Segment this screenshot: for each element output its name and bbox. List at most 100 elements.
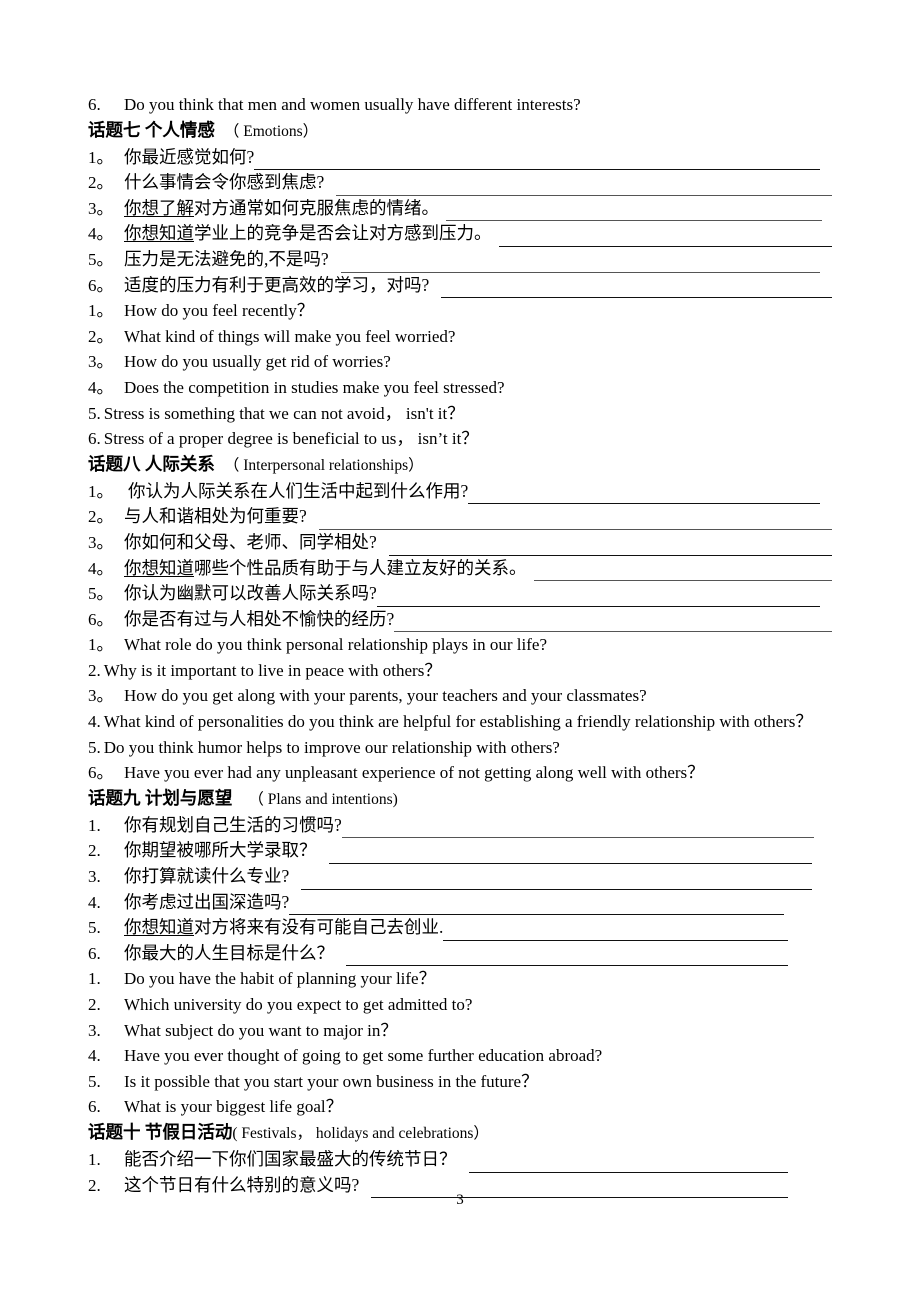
list-item-text: Do you think humor helps to improve our … (103, 737, 560, 757)
list-item-number: 5。 (88, 584, 114, 604)
list-item-text: 适度的压力有利于更高效的学习，对吗? (124, 274, 430, 295)
list-item-number: 4。 (88, 224, 114, 244)
list-item: 1。 What role do you think personal relat… (88, 636, 832, 662)
answer-blank-rule[interactable] (340, 271, 820, 273)
list-item: 2。 What kind of things will make you fee… (88, 328, 832, 354)
answer-blank-rule[interactable] (468, 1171, 788, 1173)
list-item-text: What is your biggest life goal？ (124, 1097, 343, 1117)
list-item-text: What role do you think personal relation… (124, 635, 548, 655)
list-item-text: What kind of personalities do you think … (103, 712, 813, 732)
answer-blank-rule[interactable] (498, 245, 832, 247)
list-item: 6. 你最大的人生目标是什么？ (88, 942, 832, 971)
answer-blank-rule[interactable] (441, 297, 832, 299)
list-item-number: 3。 (88, 532, 114, 552)
list-item: 3. 你打算就读什么专业? (88, 868, 832, 894)
answer-blank-rule[interactable] (301, 888, 812, 890)
list-item: 6。 适度的压力有利于更高效的学习，对吗? (88, 274, 832, 303)
list-item-number: 5. (88, 1071, 101, 1091)
list-item-text-underlined: 你想知道 (124, 223, 194, 244)
list-item-number: 3。 (88, 352, 114, 372)
answer-blank-rule[interactable] (346, 965, 788, 967)
list-item-text: What kind of things will make you feel w… (124, 326, 456, 346)
list-item-text: 你最大的人生目标是什么？ (124, 942, 334, 963)
answer-blank-rule[interactable] (328, 863, 812, 865)
answer-blank-rule[interactable] (289, 914, 784, 916)
answer-blank-rule[interactable] (446, 220, 822, 222)
list-item-number: 5. (88, 403, 101, 423)
list-item-text-underlined: 你想知道 (124, 557, 194, 578)
list-item-number: 6. (88, 429, 101, 449)
list-item: 4. What kind of personalities do you thi… (88, 713, 832, 739)
topic-heading-8: 话题八 人际关系 （ Interpersonal relationships） (88, 455, 832, 483)
list-item-number: 6。 (88, 275, 114, 295)
list-item: 1。 你最近感觉如何? (88, 146, 832, 175)
answer-blank-rule[interactable] (468, 503, 820, 505)
list-item: 1。 你认为人际关系在人们生活中起到什么作用? (88, 481, 832, 509)
list-item-number: 2. (88, 995, 101, 1014)
list-item: 2。 什么事情会令你感到焦虑? (88, 174, 832, 200)
list-item: 5. 你想知道 对方将来有没有可能自己去创业. (88, 919, 832, 945)
list-item-text: 与人和谐相处为何重要? (124, 506, 307, 527)
list-item: 5. Stress is something that we can not a… (88, 405, 832, 431)
list-item: 5。 你认为幽默可以改善人际关系吗? (88, 585, 832, 611)
list-item-number: 1。 (88, 635, 114, 655)
answer-blank-rule[interactable] (318, 528, 832, 530)
list-item-number: 2. (88, 841, 101, 861)
list-item-number: 4. (88, 1046, 101, 1066)
list-item-text: 对方将来有没有可能自己去创业. (194, 917, 444, 938)
list-item-number: 5. (88, 737, 101, 757)
list-item-text: 你如何和父母、老师、同学相处? (124, 531, 377, 552)
answer-blank-rule[interactable] (376, 605, 820, 607)
list-item-number: 1。 (88, 481, 114, 501)
list-item: 4。 你想知道 哪些个性品质有助于与人建立友好的关系。 (88, 557, 832, 586)
topic-heading-9: 话题九 计划与愿望 （ Plans and intentions) (88, 789, 832, 817)
list-item: 4. Have you ever thought of going to get… (88, 1047, 832, 1073)
list-item-text: 你是否有过与人相处不愉快的经历? (124, 608, 395, 629)
list-item-text: Why is it important to live in peace wit… (103, 660, 442, 680)
list-item: 1. 能否介绍一下你们国家最盛大的传统节日？ (88, 1149, 832, 1177)
answer-blank-rule[interactable] (443, 939, 788, 941)
list-item: 6. What is your biggest life goal？ (88, 1098, 832, 1124)
list-item-text: Which university do you expect to get ad… (124, 995, 473, 1014)
list-item-text: 什么事情会令你感到焦虑? (124, 172, 325, 193)
list-item-number: 1. (88, 969, 101, 989)
list-item-number: 4。 (88, 558, 114, 578)
topic-heading-cn: 话题七 个人情感 (88, 119, 215, 140)
list-item-number: 1. (88, 1149, 101, 1169)
topic-heading-10: 话题十 节假日活动 ( Festivals， holidays and cele… (88, 1121, 832, 1151)
list-item-number: 6. (88, 95, 101, 114)
topic-heading-cn: 话题十 节假日活动 (88, 1121, 233, 1142)
list-item-number: 2。 (88, 326, 114, 346)
answer-blank-rule[interactable] (394, 631, 832, 633)
list-item-text: 你最近感觉如何? (124, 146, 255, 167)
list-item-text: 你有规划自己生活的习惯吗? (124, 814, 342, 835)
answer-blank-rule[interactable] (388, 554, 832, 556)
list-item-text: 你期望被哪所大学录取？ (124, 840, 317, 861)
topic-heading-en: （ Interpersonal relationships） (223, 456, 424, 474)
list-item: 2. Which university do you expect to get… (88, 996, 832, 1022)
list-item-text: How do you get along with your parents, … (124, 686, 647, 706)
list-item-number: 1。 (88, 301, 114, 321)
list-item-text: 压力是无法避免的,不是吗? (124, 248, 329, 269)
answer-blank-rule[interactable] (533, 580, 832, 582)
list-item-number: 5. (88, 918, 101, 938)
document-page: 6. Do you think that men and women usual… (0, 0, 920, 1300)
page-number: 3 (456, 1192, 464, 1208)
list-item-number: 3. (88, 1020, 101, 1040)
list-item: 6。 Have you ever had any unpleasant expe… (88, 764, 832, 790)
list-item: 4. 你考虑过出国深造吗? (88, 892, 832, 920)
answer-blank-rule[interactable] (341, 837, 814, 839)
list-item: 1。 How do you feel recently？ (88, 302, 832, 328)
list-item-number: 6。 (88, 609, 114, 629)
topic-heading-en: （ Emotions） (223, 122, 319, 140)
list-item-text: Is it possible that you start your own b… (124, 1071, 539, 1091)
list-item: 3。 你如何和父母、老师、同学相处? (88, 531, 832, 560)
answer-blank-rule[interactable] (336, 194, 832, 196)
list-item: 3。 How do you get along with your parent… (88, 687, 832, 713)
list-item: 5。 压力是无法避免的,不是吗? (88, 248, 832, 277)
list-item-text: 你认为幽默可以改善人际关系吗? (124, 583, 377, 604)
list-item-number: 4. (88, 892, 101, 912)
list-item-text: 你打算就读什么专业? (124, 866, 290, 887)
answer-blank-rule[interactable] (254, 169, 820, 171)
list-item-number: 6. (88, 943, 101, 963)
